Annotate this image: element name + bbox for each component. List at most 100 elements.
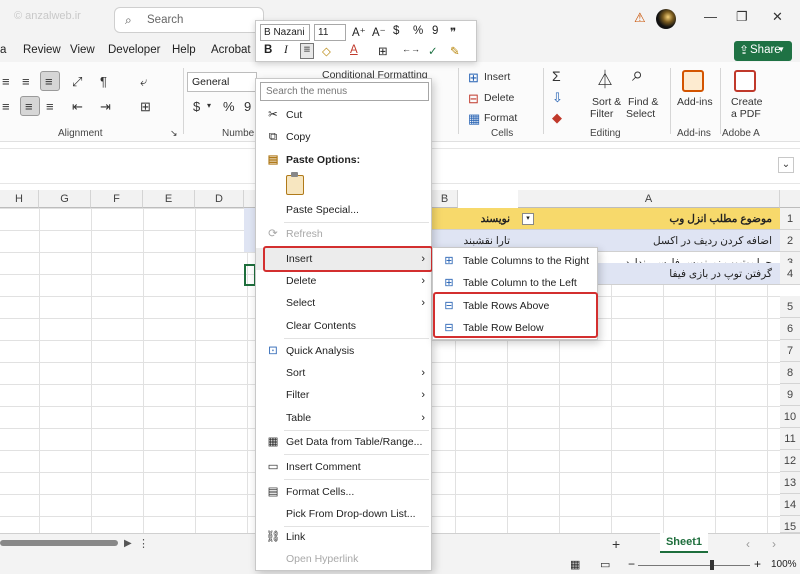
tab-acrobat[interactable]: Acrobat [211,44,251,56]
row-header[interactable]: 8 [780,362,800,384]
menu-item-format-cells[interactable]: ▤ Format Cells... [256,481,431,503]
clear-icon[interactable]: ◆ [552,110,562,126]
menu-item-copy[interactable]: ⧉ Copy [256,126,431,148]
row-header[interactable]: 4 [780,263,800,285]
percent-icon[interactable]: % [413,25,423,37]
menu-item-cut[interactable]: ✂ Cut [256,104,431,126]
menu-item-quick-analysis[interactable]: ⊡ Quick Analysis [256,340,431,362]
merge-icon[interactable]: ←→ [402,44,420,54]
column-header-e[interactable]: E [143,190,195,208]
menu-item-select[interactable]: Select › [256,292,431,314]
row-header[interactable]: 14 [780,494,800,516]
autosum-icon[interactable]: Σ [552,68,561,84]
submenu-item-col-left[interactable]: ⊞ Table Column to the Left [433,272,597,294]
align-bottom-button[interactable]: ≡ [40,71,60,91]
paragraph-icon[interactable]: ¶ [100,74,107,89]
decrease-font-icon[interactable]: A⁻ [372,25,386,39]
zoom-out-icon[interactable]: − [628,557,635,571]
row-header[interactable]: 12 [780,450,800,472]
avatar[interactable] [656,9,676,29]
font-size-select[interactable]: 11 [314,24,346,41]
tab-review[interactable]: Review [23,44,61,56]
scroll-right-icon[interactable]: ▶ [124,538,132,549]
row-header[interactable]: 2 [780,230,800,252]
menu-item-get-data[interactable]: ▦ Get Data from Table/Range... [256,431,431,453]
column-header-f[interactable]: F [91,190,143,208]
add-sheet-icon[interactable]: + [612,536,620,552]
addins-button[interactable]: Add-ins [677,96,713,108]
currency-icon[interactable]: $ [393,25,399,37]
increase-font-icon[interactable]: A⁺ [352,25,366,39]
row-header[interactable]: 15 [780,516,800,533]
menu-item-clear-contents[interactable]: Clear Contents [256,315,431,337]
format-painter-icon[interactable]: ❞ [450,25,456,39]
zoom-slider-thumb[interactable] [710,560,714,570]
share-button[interactable]: ⇪ Share ▾ [734,41,792,61]
column-header-h[interactable]: H [0,190,39,208]
wrap-text-icon[interactable]: ⤶ [140,74,147,90]
row-header[interactable]: 5 [780,296,800,318]
tab-data[interactable]: a [0,44,6,56]
align-top-icon[interactable]: ≡ [2,74,10,89]
menu-item-table[interactable]: Table › [256,407,431,429]
clear-format-icon[interactable]: ✎ [450,44,460,58]
font-name-select[interactable]: B Nazani [260,24,310,41]
paste-clipboard-icon[interactable] [286,172,304,195]
minimize-button[interactable]: — [704,9,717,24]
align-center-button[interactable]: ≡ [20,96,40,116]
menu-item-sort[interactable]: Sort › [256,362,431,384]
column-header-a[interactable]: A [518,190,780,208]
menu-item-pick-dropdown[interactable]: Pick From Drop-down List... [256,503,431,525]
bold-button[interactable]: B [264,44,272,56]
menu-item-paste-special[interactable]: Paste Special... [256,199,431,221]
delete-cells-button[interactable]: Delete [484,92,514,104]
table-header-cell-b[interactable]: نویسند [432,208,518,230]
restore-button[interactable]: ❐ [736,9,748,25]
align-right-icon[interactable]: ≡ [46,99,54,114]
percent-icon[interactable]: % [223,99,235,114]
row-header[interactable]: 6 [780,318,800,340]
column-header-b[interactable]: B [432,190,458,208]
menu-search-input[interactable]: Search the menus [260,82,429,101]
borders-icon[interactable]: ⊞ [378,44,388,58]
page-layout-icon[interactable]: ▭ [600,558,610,571]
horizontal-scrollbar[interactable] [0,540,118,546]
row-header[interactable]: 10 [780,406,800,428]
find-select-label-2[interactable]: Select [626,108,655,120]
chevron-down-icon[interactable]: ▾ [207,101,211,110]
format-cells-button[interactable]: Format [484,112,517,124]
align-left-icon[interactable]: ≡ [2,99,10,114]
create-pdf-label-2[interactable]: a PDF [731,108,761,120]
fill-color-icon[interactable]: ◇ [322,44,331,58]
comma-icon[interactable]: 9 [244,99,251,114]
insert-cells-button[interactable]: Insert [484,71,510,83]
row-header[interactable]: 9 [780,384,800,406]
sort-filter-label-1[interactable]: Sort & [592,96,621,108]
tab-view[interactable]: View [70,44,95,56]
zoom-slider[interactable] [638,565,750,566]
indent-icon[interactable]: ⇤ [72,99,83,115]
row-header[interactable]: 7 [780,340,800,362]
currency-icon[interactable]: $ [193,99,200,114]
row-header[interactable]: 1 [780,208,800,230]
align-center-button[interactable]: ≡ [300,43,314,59]
tab-help[interactable]: Help [172,44,196,56]
menu-item-filter[interactable]: Filter › [256,384,431,406]
menu-item-link[interactable]: ⛓ Link [256,526,431,548]
filter-dropdown-icon[interactable]: ▾ [522,213,534,225]
search-input[interactable]: ⌕ Search [114,7,264,33]
column-header-d[interactable]: D [195,190,244,208]
find-select-label-1[interactable]: Find & [628,96,658,108]
zoom-in-icon[interactable]: + [754,557,761,571]
more-icon[interactable]: ⋮ [138,537,149,550]
orientation-icon[interactable]: ⤢ [72,74,82,90]
close-button[interactable]: ✕ [772,9,783,25]
fill-icon[interactable]: ⇩ [552,90,563,106]
row-header[interactable]: 13 [780,472,800,494]
prev-sheet-icon[interactable]: ‹ [746,537,750,551]
sort-filter-label-2[interactable]: Filter [590,108,613,120]
merge-icon[interactable]: ⊞ [140,99,151,115]
next-sheet-icon[interactable]: › [772,537,776,551]
font-color-icon[interactable]: A [350,44,358,56]
italic-button[interactable]: I [284,44,288,56]
